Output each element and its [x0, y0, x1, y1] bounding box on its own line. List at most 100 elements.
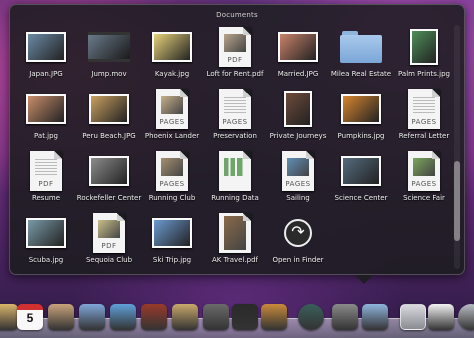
stack-item-preservation[interactable]: PAGES Preservation — [203, 87, 267, 147]
stack-item-running-club[interactable]: PAGES Running Club — [140, 149, 204, 209]
stack-item-label: Ski Trip.jpg — [152, 256, 192, 264]
stack-item-peru-beach-jpg[interactable]: Peru Beach.JPG — [77, 87, 141, 147]
movie-file-icon — [88, 32, 130, 62]
photo-thumbnail-icon — [152, 32, 192, 62]
calendar-day-number: 5 — [26, 311, 34, 325]
stack-item-science-fair[interactable]: PAGES Science Fair — [392, 149, 456, 209]
stack-item-label: Referral Letter — [398, 132, 450, 140]
stack-item-japan-jpg[interactable]: Japan.JPG — [14, 25, 78, 85]
system-preferences-dock-icon[interactable] — [332, 304, 358, 330]
applications-folder-dock-icon[interactable] — [362, 304, 388, 330]
stack-item-label: Loft for Rent.pdf — [206, 70, 264, 78]
document-document-icon — [219, 213, 251, 253]
star-dock-icon[interactable] — [232, 304, 258, 330]
documents-stack-dock-icon[interactable] — [400, 304, 426, 330]
stack-pointer-arrow — [355, 275, 373, 284]
scrollbar-thumb[interactable] — [454, 161, 460, 241]
open-in-finder-icon — [284, 219, 312, 247]
dock: 5 — [0, 298, 474, 338]
mail-dock-icon[interactable] — [79, 304, 105, 330]
stack-item-label: AK Travel.pdf — [212, 256, 258, 264]
pages-document-icon: PAGES — [282, 151, 314, 191]
photo-thumbnail-icon — [26, 94, 66, 124]
stack-item-private-journeys[interactable]: Private Journeys — [266, 87, 330, 147]
pages-document-icon: PAGES — [408, 151, 440, 191]
photo-thumbnail-icon — [152, 218, 192, 248]
stack-item-loft-for-rent-pdf[interactable]: PDF Loft for Rent.pdf — [203, 25, 267, 85]
stack-item-label: Preservation — [213, 132, 257, 140]
pages-document-icon: PAGES — [408, 89, 440, 129]
pages-document-icon: PAGES — [219, 89, 251, 129]
stack-item-running-data[interactable]: Running Data — [203, 149, 267, 209]
stack-item-sequoia-club[interactable]: PDF Sequoia Club — [77, 211, 141, 271]
stack-item-resume[interactable]: PDF Resume — [14, 149, 78, 209]
document-document-icon — [219, 151, 251, 191]
folder-icon — [340, 31, 382, 63]
stack-item-pumpkins-jpg[interactable]: Pumpkins.jpg — [329, 87, 393, 147]
photo-thumbnail-icon — [89, 94, 129, 124]
notes-dock-icon[interactable] — [0, 304, 18, 330]
stack-item-label: Sailing — [286, 194, 310, 202]
photo-thumbnail-icon — [278, 32, 318, 62]
stack-item-label: Milea Real Estate — [330, 70, 392, 78]
pages-document-icon: PAGES — [156, 89, 188, 129]
stack-item-label: Running Data — [211, 194, 259, 202]
stack-item-label: Private Journeys — [269, 132, 327, 140]
stack-item-scuba-jpg[interactable]: Scuba.jpg — [14, 211, 78, 271]
stack-item-label: Pat.jpg — [34, 132, 58, 140]
stack-item-pat-jpg[interactable]: Pat.jpg — [14, 87, 78, 147]
garageband-dock-icon[interactable] — [261, 304, 287, 330]
pdf-document-icon: PDF — [219, 27, 251, 67]
stack-item-label: Married.JPG — [277, 70, 319, 78]
stack-item-open-in-finder[interactable]: Open in Finder — [266, 211, 330, 271]
stack-item-label: Palm Prints.jpg — [398, 70, 450, 78]
stack-item-milea-real-estate[interactable]: Milea Real Estate — [329, 25, 393, 85]
stack-item-rockefeller-center[interactable]: Rockefeller Center — [77, 149, 141, 209]
stack-item-sailing[interactable]: PAGES Sailing — [266, 149, 330, 209]
time-machine-dock-icon[interactable] — [298, 304, 324, 330]
photo-thumbnail-icon — [284, 91, 312, 127]
stack-item-label: Phoenix Lander — [144, 132, 200, 140]
iphoto-dock-icon[interactable] — [172, 304, 198, 330]
pdf-document-icon: PDF — [30, 151, 62, 191]
iwork-dock-icon[interactable] — [203, 304, 229, 330]
stack-item-palm-prints-jpg[interactable]: Palm Prints.jpg — [392, 25, 456, 85]
photo-thumbnail-icon — [26, 32, 66, 62]
photo-thumbnail-icon — [26, 218, 66, 248]
downloads-stack-dock-icon[interactable] — [428, 304, 454, 330]
stack-item-label: Sequoia Club — [85, 256, 133, 264]
stack-item-label: Resume — [31, 194, 61, 202]
stack-item-label: Jump.mov — [91, 70, 127, 78]
calendar-dock-icon[interactable]: 5 — [17, 304, 43, 330]
photo-thumbnail-icon — [410, 29, 438, 65]
photo-thumbnail-icon — [341, 156, 381, 186]
stack-item-kayak-jpg[interactable]: Kayak.jpg — [140, 25, 204, 85]
stack-item-label: Rockefeller Center — [76, 194, 142, 202]
pages-document-icon: PAGES — [156, 151, 188, 191]
stack-item-jump-mov[interactable]: Jump.mov — [77, 25, 141, 85]
stack-item-science-center[interactable]: Science Center — [329, 149, 393, 209]
documents-stack-grid: Documents Japan.JPG Jump.mov Kayak.jpg PDF L… — [9, 4, 465, 275]
photo-thumbnail-icon — [89, 156, 129, 186]
stack-item-label: Peru Beach.JPG — [82, 132, 136, 140]
photo-booth-dock-icon[interactable] — [141, 304, 167, 330]
stack-item-referral-letter[interactable]: PAGES Referral Letter — [392, 87, 456, 147]
stack-item-label: Pumpkins.jpg — [337, 132, 385, 140]
stack-item-label: Scuba.jpg — [28, 256, 64, 264]
stack-title: Documents — [216, 11, 258, 19]
photo-thumbnail-icon — [341, 94, 381, 124]
pdf-document-icon: PDF — [93, 213, 125, 253]
stack-item-ak-travel-pdf[interactable]: AK Travel.pdf — [203, 211, 267, 271]
stack-item-married-jpg[interactable]: Married.JPG — [266, 25, 330, 85]
stack-item-label: Running Club — [148, 194, 196, 202]
address-book-dock-icon[interactable] — [48, 304, 74, 330]
itunes-dock-icon[interactable] — [110, 304, 136, 330]
stack-item-label: Open in Finder — [272, 256, 324, 264]
stack-item-ski-trip-jpg[interactable]: Ski Trip.jpg — [140, 211, 204, 271]
stack-item-label: Kayak.jpg — [154, 70, 190, 78]
stack-item-label: Science Center — [334, 194, 388, 202]
stack-item-phoenix-lander[interactable]: PAGES Phoenix Lander — [140, 87, 204, 147]
stack-item-label: Japan.JPG — [29, 70, 63, 78]
stack-scrollbar[interactable] — [454, 25, 460, 269]
stack-item-label: Science Fair — [403, 194, 445, 202]
